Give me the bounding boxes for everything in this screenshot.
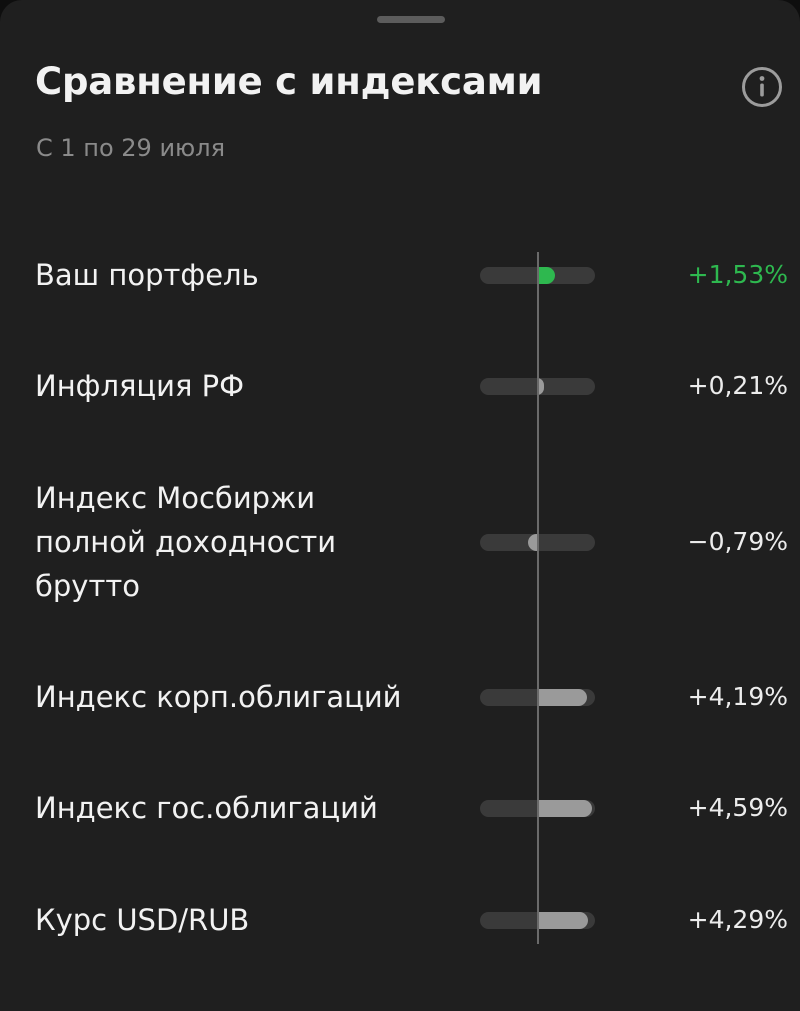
row-value: +4,59% (687, 793, 788, 822)
row-label: Индекс гос.облигаций (35, 791, 378, 825)
bar-fill (537, 800, 592, 817)
row-label: Индекс Мосбиржи полной доходности брутто (35, 481, 337, 603)
row-label: Ваш портфель (35, 258, 259, 292)
row-value: +4,29% (687, 905, 788, 934)
row-value: +1,53% (687, 260, 788, 289)
row-value: +4,19% (687, 682, 788, 711)
row-value: −0,79% (687, 527, 788, 556)
bar-fill (537, 267, 556, 284)
page-title: Сравнение с индексами (35, 60, 543, 103)
bar-fill (537, 912, 589, 929)
period-subtitle: С 1 по 29 июля (36, 134, 226, 162)
row-label: Инфляция РФ (35, 369, 245, 403)
row-label: Индекс корп.облигаций (35, 680, 402, 714)
info-button[interactable] (740, 65, 784, 109)
drag-handle[interactable] (377, 16, 445, 23)
info-circle-icon (742, 67, 782, 107)
row-label: Курс USD/RUB (35, 903, 250, 937)
index-comparison-sheet: Сравнение с индексами С 1 по 29 июля Ваш… (0, 0, 800, 1011)
bar-fill (527, 534, 537, 551)
row-value: +0,21% (687, 371, 788, 400)
bar-fill (537, 689, 587, 706)
zero-axis-line (537, 252, 539, 944)
